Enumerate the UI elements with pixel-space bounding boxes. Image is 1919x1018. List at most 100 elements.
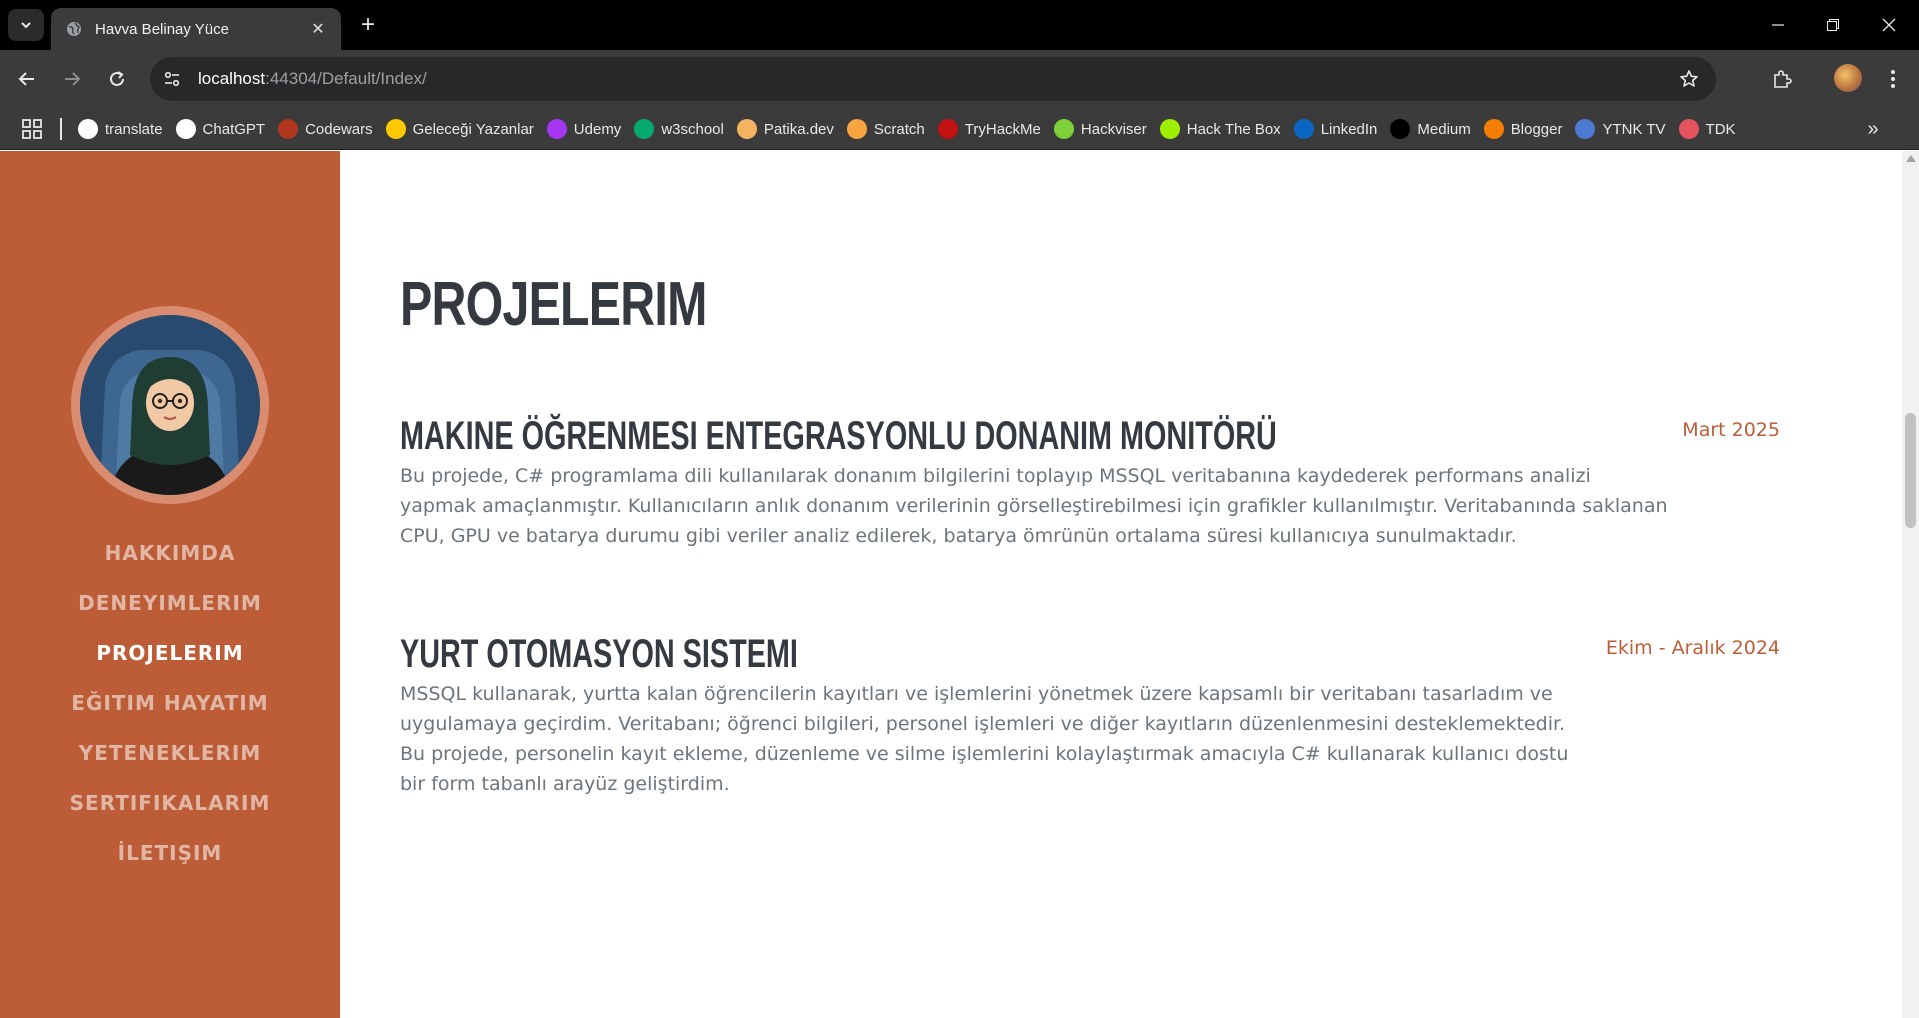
- globe-icon: [65, 20, 83, 38]
- bookmark-label: Patika.dev: [763, 120, 834, 138]
- avatar: [71, 306, 269, 504]
- project-item: MAKINE ÖĞRENMESI ENTEGRASYONLU DONANIM M…: [400, 413, 1780, 551]
- bookmark-list: translate ChatGPT Codewars Geleceği Yazanla…: [78, 108, 1749, 150]
- arrow-left-icon: [18, 72, 34, 86]
- more-bookmarks-icon[interactable]: »: [1860, 116, 1886, 142]
- bookmark-label: Medium: [1417, 120, 1471, 138]
- profile-avatar[interactable]: [1834, 64, 1862, 92]
- reload-icon: [110, 71, 124, 86]
- star-icon: [1680, 70, 1698, 87]
- new-tab-button[interactable]: +: [352, 10, 384, 40]
- page-scrollbar[interactable]: [1902, 151, 1919, 1018]
- bookmark-item[interactable]: YTNK TV: [1575, 114, 1674, 144]
- hackviser-icon: [1053, 119, 1074, 139]
- browser-toolbar: localhost:44304/Default/Index/: [0, 50, 1919, 108]
- bookmark-item[interactable]: Blogger: [1483, 114, 1572, 144]
- bookmark-item[interactable]: Codewars: [278, 114, 382, 144]
- bookmarks-bar: translate ChatGPT Codewars Geleceği Yazanla…: [0, 108, 1919, 150]
- blogger-icon: [1483, 119, 1504, 139]
- active-tab[interactable]: Havva Belinay Yüce ✕: [51, 8, 341, 50]
- codewars-icon: [278, 119, 299, 139]
- project-item: YURT OTOMASYON SISTEMI Ekim - Aralık 202…: [400, 631, 1780, 799]
- ytnk-icon: [1575, 119, 1596, 139]
- tab-strip: Havva Belinay Yüce ✕ +: [0, 0, 1919, 50]
- bookmark-item[interactable]: Hackviser: [1053, 114, 1156, 144]
- tdk-icon: [1678, 119, 1699, 139]
- sidebar-nav-link[interactable]: DENEYIMLERIM: [0, 578, 340, 628]
- url-path: :44304/Default/Index/: [265, 69, 427, 88]
- forward-button[interactable]: [55, 62, 89, 96]
- reload-button[interactable]: [100, 62, 134, 96]
- google-icon: [78, 119, 98, 139]
- bookmark-label: Geleceği Yazanlar: [412, 120, 534, 138]
- sidebar-nav: HAKKIMDA DENEYIMLERIM PROJELERIM EĞITIM HAY…: [0, 528, 340, 878]
- turkcell-icon: [385, 119, 406, 139]
- bookmark-item[interactable]: TDK: [1678, 114, 1745, 144]
- project-description: Bu projede, C# programlama dili kullanıl…: [400, 465, 1668, 547]
- sidebar: HAKKIMDA DENEYIMLERIM PROJELERIM EĞITIM HAY…: [0, 151, 340, 1018]
- scratch-icon: [846, 119, 867, 139]
- sidebar-nav-link[interactable]: EĞITIM HAYATIM: [0, 678, 340, 728]
- bookmark-label: Udemy: [573, 120, 622, 138]
- bookmark-label: YTNK TV: [1602, 120, 1666, 138]
- address-bar[interactable]: localhost:44304/Default/Index/: [150, 57, 1716, 101]
- udemy-icon: [546, 119, 567, 139]
- bookmark-label: translate: [105, 120, 163, 138]
- bookmarks-divider: [60, 118, 62, 140]
- bookmark-star-button[interactable]: [1674, 64, 1704, 94]
- chatgpt-icon: [175, 119, 196, 139]
- page-viewport: HAKKIMDA DENEYIMLERIM PROJELERIM EĞITIM HAY…: [0, 151, 1919, 1018]
- bookmark-label: Scratch: [873, 120, 925, 138]
- medium-icon: [1390, 119, 1411, 139]
- bookmark-item[interactable]: w3school: [634, 114, 733, 144]
- bookmark-label: LinkedIn: [1320, 120, 1378, 138]
- bookmark-item[interactable]: Scratch: [846, 114, 934, 144]
- project-date: Mart 2025: [1682, 419, 1780, 441]
- restore-icon: [1827, 19, 1839, 31]
- bookmark-label: Hackviser: [1080, 120, 1147, 138]
- bookmark-item[interactable]: translate: [78, 114, 172, 144]
- close-tab-icon[interactable]: ✕: [307, 18, 329, 40]
- bookmark-item[interactable]: LinkedIn: [1293, 114, 1387, 144]
- url-host: localhost: [198, 69, 266, 88]
- scroll-thumb[interactable]: [1905, 413, 1916, 528]
- sidebar-nav-link[interactable]: HAKKIMDA: [0, 528, 340, 578]
- extensions-button[interactable]: [1765, 62, 1799, 96]
- apps-grid-icon[interactable]: [20, 117, 44, 141]
- restore-button[interactable]: [1806, 0, 1860, 50]
- bookmark-item[interactable]: Medium: [1390, 114, 1479, 144]
- bookmark-label: w3school: [661, 120, 724, 138]
- sidebar-nav-link[interactable]: YETENEKLERIM: [0, 728, 340, 778]
- back-button[interactable]: [10, 62, 44, 96]
- puzzle-icon: [1774, 70, 1792, 88]
- tune-icon: [164, 71, 180, 87]
- url-text: localhost:44304/Default/Index/: [198, 69, 427, 89]
- bookmark-label: ChatGPT: [202, 120, 266, 138]
- close-icon: [1882, 18, 1896, 32]
- bookmark-item[interactable]: Geleceği Yazanlar: [385, 114, 543, 144]
- bookmark-item[interactable]: Patika.dev: [736, 114, 843, 144]
- sidebar-nav-link[interactable]: PROJELERIM: [0, 628, 340, 678]
- bookmark-item[interactable]: Udemy: [546, 114, 631, 144]
- chevron-down-icon: [21, 22, 31, 29]
- project-date: Ekim - Aralık 2024: [1605, 637, 1780, 659]
- close-window-button[interactable]: [1862, 0, 1916, 50]
- bookmark-label: TDK: [1705, 120, 1736, 138]
- bookmark-label: TryHackMe: [964, 120, 1041, 138]
- bookmark-item[interactable]: ChatGPT: [175, 114, 275, 144]
- sidebar-nav-link[interactable]: İLETIŞIM: [0, 828, 340, 878]
- project-title: YURT OTOMASYON SISTEMI: [400, 632, 798, 676]
- more-vertical-icon: [1891, 70, 1895, 88]
- bookmark-label: Hack The Box: [1186, 120, 1281, 138]
- site-info-button[interactable]: [154, 61, 190, 97]
- sidebar-nav-link[interactable]: SERTIFIKALARIM: [0, 778, 340, 828]
- bookmark-item[interactable]: Hack The Box: [1159, 114, 1290, 144]
- tab-search-button[interactable]: [8, 9, 44, 41]
- browser-menu-button[interactable]: [1876, 62, 1910, 96]
- bookmark-item[interactable]: TryHackMe: [937, 114, 1050, 144]
- minimize-button[interactable]: [1751, 0, 1805, 50]
- hackthebox-icon: [1159, 119, 1180, 139]
- bookmark-label: Codewars: [305, 120, 373, 138]
- scroll-up-arrow-icon[interactable]: [1906, 155, 1916, 162]
- tab-title: Havva Belinay Yüce: [95, 20, 229, 38]
